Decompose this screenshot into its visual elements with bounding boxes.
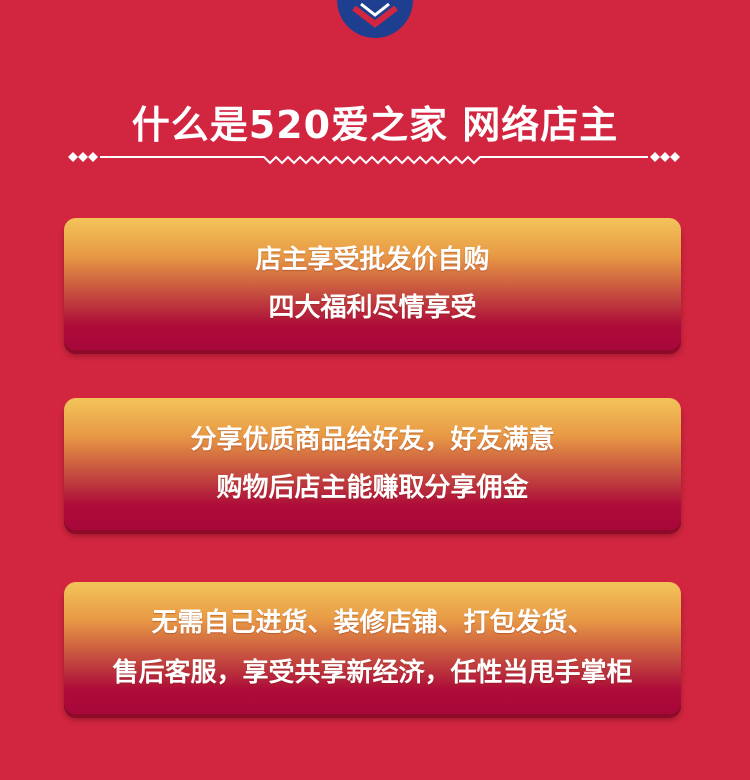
page-title: 什么是520爱之家 网络店主: [131, 103, 619, 147]
card-line: 购物后店主能赚取分享佣金: [216, 473, 529, 503]
card-line: 四大福利尽情享受: [268, 293, 477, 323]
card-line: 分享优质商品给好友，好友满意: [190, 425, 555, 455]
benefit-card-hands-free: 无需自己进货、装修店铺、打包发货、 售后客服，享受共享新经济，任性当甩手掌柜: [64, 582, 681, 714]
benefit-card-wholesale: 店主享受批发价自购 四大福利尽情享受: [64, 218, 681, 350]
benefit-card-commission: 分享优质商品给好友，好友满意 购物后店主能赚取分享佣金: [64, 398, 681, 530]
chevron-down-icon: [352, 2, 398, 28]
card-line: 店主享受批发价自购: [255, 245, 490, 275]
top-badge: [337, 0, 413, 38]
card-line: 售后客服，享受共享新经济，任性当甩手掌柜: [112, 658, 633, 688]
decorative-divider: [68, 152, 680, 165]
card-line: 无需自己进货、装修店铺、打包发货、: [151, 608, 594, 638]
